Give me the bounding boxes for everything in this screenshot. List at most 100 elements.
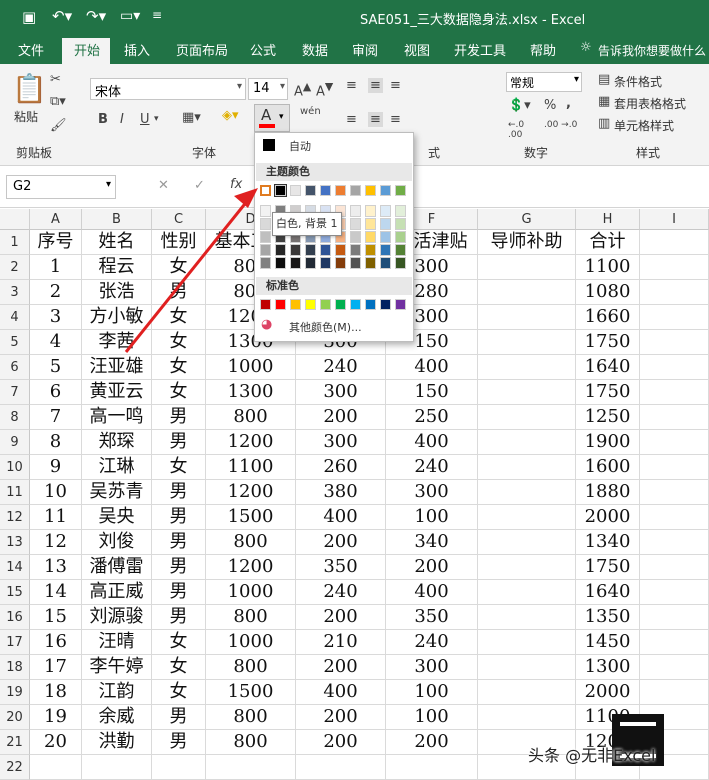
data-cell[interactable]	[478, 655, 576, 680]
phonetic-guide-icon[interactable]: wén	[300, 106, 321, 117]
data-cell[interactable]: 男	[152, 555, 206, 580]
data-cell[interactable]: 7	[30, 405, 82, 430]
tint-color-swatch[interactable]	[320, 257, 331, 269]
tint-color-swatch[interactable]	[380, 218, 391, 230]
row-header[interactable]: 19	[0, 680, 30, 705]
decrease-font-icon[interactable]: A▼	[316, 80, 333, 99]
data-cell[interactable]: 程云	[82, 255, 152, 280]
row-header[interactable]: 17	[0, 630, 30, 655]
number-format-select[interactable]: 常规 ▾	[506, 72, 582, 92]
tint-color-swatch[interactable]	[395, 231, 406, 243]
data-cell[interactable]: 380	[296, 480, 386, 505]
data-cell[interactable]	[478, 330, 576, 355]
bold-button[interactable]: B	[98, 112, 108, 127]
tint-color-swatch[interactable]	[350, 244, 361, 256]
data-cell[interactable]: 女	[152, 655, 206, 680]
row-header[interactable]: 20	[0, 705, 30, 730]
data-cell[interactable]	[478, 605, 576, 630]
tint-color-swatch[interactable]	[260, 231, 271, 243]
data-cell[interactable]: 1450	[576, 630, 640, 655]
data-cell[interactable]: 240	[386, 630, 478, 655]
data-cell[interactable]	[640, 330, 709, 355]
borders-icon[interactable]: ▦▾	[182, 110, 201, 125]
tint-color-swatch[interactable]	[380, 205, 391, 217]
standard-color-swatch[interactable]	[335, 299, 346, 310]
data-cell[interactable]	[640, 655, 709, 680]
tint-color-swatch[interactable]	[260, 205, 271, 217]
data-cell[interactable]	[478, 355, 576, 380]
data-cell[interactable]: 1750	[576, 330, 640, 355]
increase-decimal-button[interactable]: ←.0 .00	[508, 120, 538, 140]
align-center-icon[interactable]: ≡	[368, 112, 383, 127]
data-cell[interactable]: 女	[152, 630, 206, 655]
data-cell[interactable]: 200	[386, 555, 478, 580]
data-cell[interactable]: 240	[296, 355, 386, 380]
data-cell[interactable]: 300	[386, 655, 478, 680]
data-cell[interactable]: 14	[30, 580, 82, 605]
tab-formulas[interactable]: 公式	[250, 40, 276, 59]
data-cell[interactable]: 350	[386, 605, 478, 630]
font-size-select[interactable]: 14 ▾	[248, 78, 288, 100]
row-header[interactable]: 15	[0, 580, 30, 605]
data-cell[interactable]: 男	[152, 280, 206, 305]
data-cell[interactable]: 女	[152, 455, 206, 480]
data-cell[interactable]: 男	[152, 705, 206, 730]
row-header[interactable]: 9	[0, 430, 30, 455]
data-cell[interactable]: 340	[386, 530, 478, 555]
row-header[interactable]: 21	[0, 730, 30, 755]
data-cell[interactable]: 1880	[576, 480, 640, 505]
data-cell[interactable]: 150	[386, 380, 478, 405]
data-cell[interactable]	[640, 355, 709, 380]
data-cell[interactable]	[478, 630, 576, 655]
data-cell[interactable]: 女	[152, 255, 206, 280]
more-colors-link[interactable]: 其他颜色(M)...	[289, 319, 362, 335]
data-cell[interactable]: 刘俊	[82, 530, 152, 555]
header-cell[interactable]: 合计	[576, 230, 640, 255]
data-cell[interactable]	[478, 405, 576, 430]
data-cell[interactable]: 1200	[206, 480, 296, 505]
data-cell[interactable]	[478, 555, 576, 580]
data-cell[interactable]	[640, 480, 709, 505]
data-cell[interactable]: 洪勤	[82, 730, 152, 755]
theme-color-swatch[interactable]	[260, 185, 271, 196]
align-middle-icon[interactable]: ≡	[368, 78, 383, 93]
tab-home[interactable]: 开始	[74, 40, 100, 59]
increase-font-icon[interactable]: A▲	[294, 80, 311, 99]
data-cell[interactable]: 李午婷	[82, 655, 152, 680]
data-cell[interactable]	[206, 755, 296, 780]
data-cell[interactable]: 400	[386, 580, 478, 605]
standard-color-swatch[interactable]	[365, 299, 376, 310]
paste-icon[interactable]: 📋	[12, 72, 47, 105]
header-cell[interactable]: 性别	[152, 230, 206, 255]
data-cell[interactable]: 男	[152, 405, 206, 430]
data-cell[interactable]: 江韵	[82, 680, 152, 705]
theme-color-swatch[interactable]	[380, 185, 391, 196]
data-cell[interactable]	[478, 255, 576, 280]
data-cell[interactable]	[478, 430, 576, 455]
data-cell[interactable]: 2	[30, 280, 82, 305]
data-cell[interactable]: 20	[30, 730, 82, 755]
redo-icon[interactable]: ↷▾	[86, 7, 106, 25]
tell-me-box[interactable]: 告诉我你想要做什么	[598, 42, 706, 59]
data-cell[interactable]	[478, 305, 576, 330]
standard-color-swatch[interactable]	[260, 299, 271, 310]
data-cell[interactable]: 800	[206, 405, 296, 430]
format-painter-icon[interactable]: 🖌	[50, 118, 67, 133]
cell-style-button[interactable]: 单元格样式	[614, 117, 674, 134]
align-top-icon[interactable]: ≡	[346, 78, 357, 93]
data-cell[interactable]: 200	[296, 655, 386, 680]
tab-file[interactable]: 文件	[18, 40, 44, 59]
data-cell[interactable]: 9	[30, 455, 82, 480]
data-cell[interactable]	[640, 305, 709, 330]
data-cell[interactable]: 余威	[82, 705, 152, 730]
row-header[interactable]: 10	[0, 455, 30, 480]
data-cell[interactable]	[478, 680, 576, 705]
standard-color-swatch[interactable]	[395, 299, 406, 310]
data-cell[interactable]: 200	[296, 530, 386, 555]
header-cell[interactable]: 导师补助	[478, 230, 576, 255]
column-header-A[interactable]: A	[30, 209, 82, 230]
undo-icon[interactable]: ↶▾	[52, 7, 72, 25]
data-cell[interactable]: 2000	[576, 680, 640, 705]
open-folder-icon[interactable]: ▭▾	[120, 8, 140, 24]
align-right-icon[interactable]: ≡	[390, 112, 401, 127]
